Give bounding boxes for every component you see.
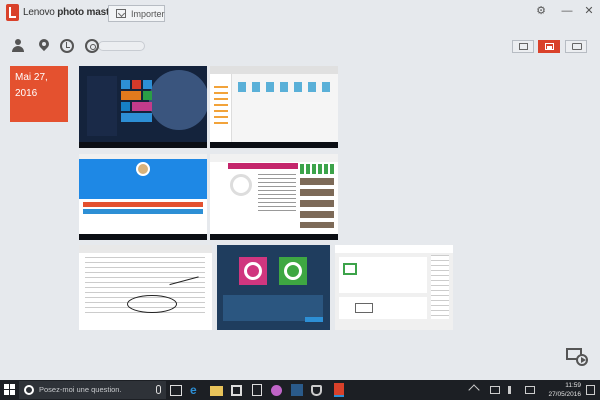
file-explorer-icon[interactable] [210, 386, 223, 396]
settings-gear-icon[interactable]: ⚙ [534, 4, 548, 18]
tray-chevron-icon[interactable] [468, 384, 480, 396]
thumbnail-windows-start[interactable] [79, 66, 207, 148]
import-button-label: Importer [131, 9, 165, 19]
volume-icon[interactable] [508, 386, 518, 394]
cortana-search-box[interactable]: Posez-moi une question. [19, 381, 166, 399]
app-title: Lenovo photo master [23, 7, 119, 18]
document-app-icon[interactable] [252, 384, 262, 396]
cortana-icon [24, 385, 34, 395]
image-icon [545, 43, 554, 50]
shield-app-icon[interactable] [311, 385, 322, 396]
signature-scribble [127, 295, 177, 313]
calendar-icon [519, 43, 528, 50]
microphone-icon[interactable] [156, 385, 161, 394]
windows-start-icon[interactable] [4, 384, 16, 396]
windows-taskbar: Posez-moi une question. e 11:59 27/05/20… [0, 380, 600, 400]
thumbnail-web-article[interactable] [210, 154, 338, 240]
folder-icon [572, 43, 582, 50]
photo-master-taskbar-icon[interactable] [334, 383, 344, 397]
steam-icon[interactable] [291, 384, 303, 396]
task-view-icon[interactable] [170, 385, 182, 396]
cortana-search-placeholder: Posez-moi une question. [39, 385, 122, 394]
import-button[interactable]: Importer [108, 5, 165, 22]
network-icon[interactable] [490, 386, 500, 394]
thumb-planet [149, 70, 207, 130]
store-icon[interactable] [231, 385, 242, 396]
battery-icon[interactable] [525, 386, 535, 394]
clock-icon[interactable] [60, 39, 74, 53]
photo-view-button[interactable] [538, 40, 560, 53]
thumb-start-list [87, 76, 117, 136]
slideshow-icon[interactable] [566, 348, 588, 366]
search-box[interactable] [85, 39, 145, 53]
close-button[interactable]: ✕ [582, 4, 596, 18]
person-icon[interactable] [11, 39, 25, 53]
lenovo-logo-icon [6, 4, 19, 21]
title-bar: Lenovo photo master Importer ⚙ — ✕ [0, 0, 600, 28]
minimize-button[interactable]: — [560, 4, 574, 18]
location-pin-icon[interactable] [37, 39, 51, 53]
clock-time[interactable]: 11:59 [545, 382, 581, 389]
thumbnail-explorer[interactable] [210, 66, 338, 148]
search-input[interactable] [98, 41, 145, 51]
calendar-view-button[interactable] [512, 40, 534, 53]
thumbnail-browser-login[interactable] [79, 154, 207, 240]
media-app-icon[interactable] [271, 385, 282, 396]
thumbnail-mcafee[interactable] [335, 245, 453, 330]
edge-browser-icon[interactable]: e [190, 383, 204, 397]
date-group-tile[interactable]: Mai 27, 2016 [10, 66, 68, 122]
clock-date[interactable]: 27/05/2016 [545, 391, 581, 398]
import-icon [116, 9, 126, 18]
thumbnail-onekey-recovery[interactable] [217, 245, 330, 330]
thumbnail-signature-document[interactable] [79, 245, 212, 330]
folder-view-button[interactable] [565, 40, 587, 53]
search-icon[interactable] [85, 39, 99, 53]
notification-center-icon[interactable] [586, 385, 595, 395]
